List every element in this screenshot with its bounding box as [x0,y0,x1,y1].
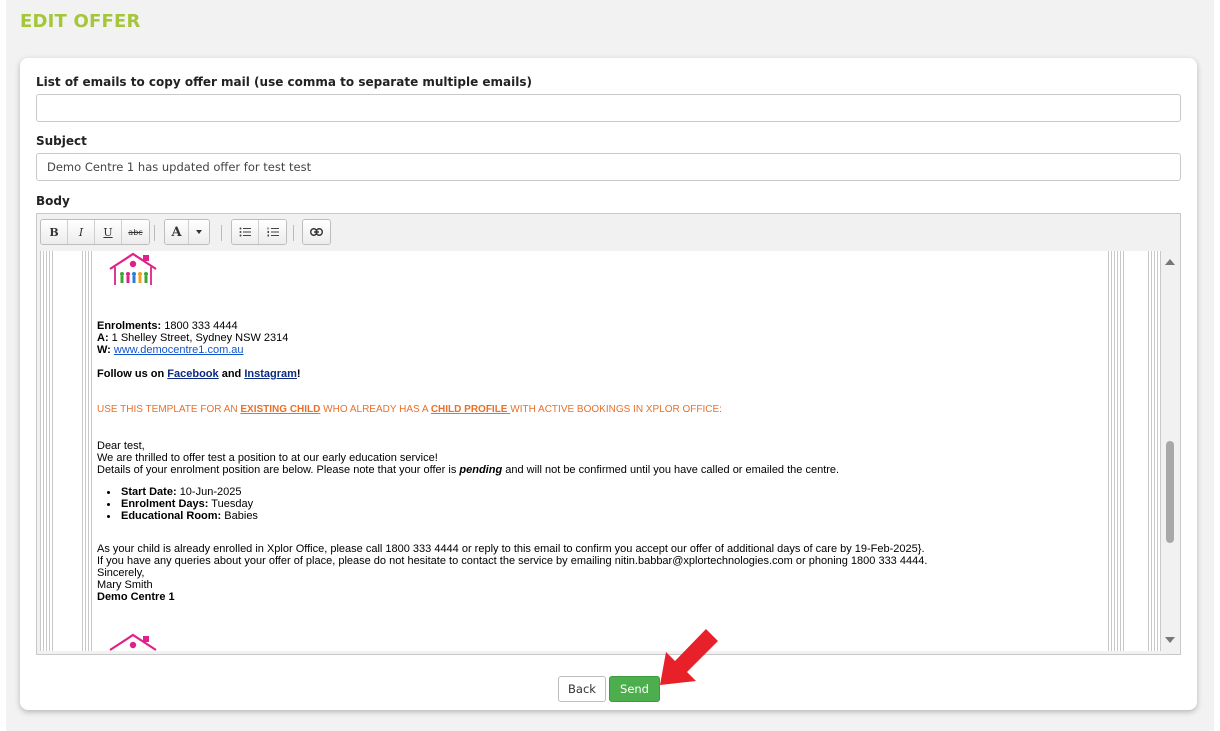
edit-offer-card: List of emails to copy offer mail (use c… [20,58,1197,710]
cc-emails-input[interactable] [36,94,1181,122]
sign-off: Sincerely, [97,567,145,579]
educational-room-item: Educational Room: Babies [121,510,258,522]
bold-button[interactable]: B [41,220,68,244]
list-bullet [107,491,110,494]
font-color-group: A [164,219,210,245]
greeting: Dear test, [97,440,145,452]
list-bullet [107,515,110,518]
back-button[interactable]: Back [558,676,606,702]
subject-label: Subject [36,134,87,148]
editor-border-pattern [82,251,94,651]
address-line: A: 1 Shelley Street, Sydney NSW 2314 [97,332,289,344]
follow-us-line: Follow us on Facebook and Instagram! [97,368,301,380]
strikethrough-button[interactable]: abc [122,220,149,244]
centre-logo-icon [109,633,157,651]
numbered-list-button[interactable] [259,220,286,244]
scrollbar-thumb[interactable] [1166,441,1174,543]
offer-line: We are thrilled to offer test a position… [97,452,438,464]
bullet-list-icon [239,227,251,237]
instagram-link[interactable]: Instagram [244,368,297,380]
contact-paragraph: If you have any queries about your offer… [97,555,928,567]
enrolments-line: Enrolments: 1800 333 4444 [97,320,238,332]
list-bullet [107,503,110,506]
editor-scrollbar[interactable] [1161,251,1178,651]
start-date-item: Start Date: 10-Jun-2025 [121,486,242,498]
rich-text-editor: B I U abc A Enrolments: 1800 333 4444 A:… [36,213,1181,655]
template-note: USE THIS TEMPLATE FOR AN EXISTING CHILD … [97,404,722,415]
font-color-dropdown[interactable] [189,220,209,244]
underline-button[interactable]: U [95,220,122,244]
list-group [231,219,287,245]
toolbar-separator [221,225,222,241]
link-group [302,219,331,245]
insert-link-button[interactable] [303,220,330,244]
bullet-list-button[interactable] [232,220,259,244]
editor-border-pattern [1108,251,1124,651]
editor-toolbar: B I U abc A [37,214,1180,251]
numbered-list-icon [267,227,279,237]
website-link[interactable]: www.democentre1.com.au [114,344,244,356]
send-button[interactable]: Send [609,676,660,702]
enrolment-days-item: Enrolment Days: Tuesday [121,498,254,510]
editor-border-pattern [40,251,54,651]
scroll-up-arrow-icon[interactable] [1165,259,1175,265]
red-arrow-icon [660,629,718,685]
centre-logo-icon [109,252,157,285]
centre-name: Demo Centre 1 [97,591,175,603]
cc-emails-label: List of emails to copy offer mail (use c… [36,75,533,89]
body-label: Body [36,194,70,208]
toolbar-separator [154,225,155,241]
details-line: Details of your enrolment position are b… [97,464,840,476]
signer-name: Mary Smith [97,579,153,591]
scroll-down-arrow-icon[interactable] [1165,637,1175,643]
editor-content[interactable]: Enrolments: 1800 333 4444 A: 1 Shelley S… [40,251,1178,651]
text-style-group: B I U abc [40,219,150,245]
website-line: W: www.democentre1.com.au [97,344,244,356]
italic-button[interactable]: I [68,220,95,244]
subject-input[interactable] [36,153,1181,181]
editor-border-pattern [1148,251,1161,651]
page-title: EDIT OFFER [20,11,141,32]
facebook-link[interactable]: Facebook [167,368,218,380]
confirmation-paragraph: As your child is already enrolled in Xpl… [97,543,925,555]
caret-down-icon [196,230,202,234]
toolbar-separator [293,225,294,241]
font-color-button[interactable]: A [165,220,189,244]
link-icon [310,228,323,236]
